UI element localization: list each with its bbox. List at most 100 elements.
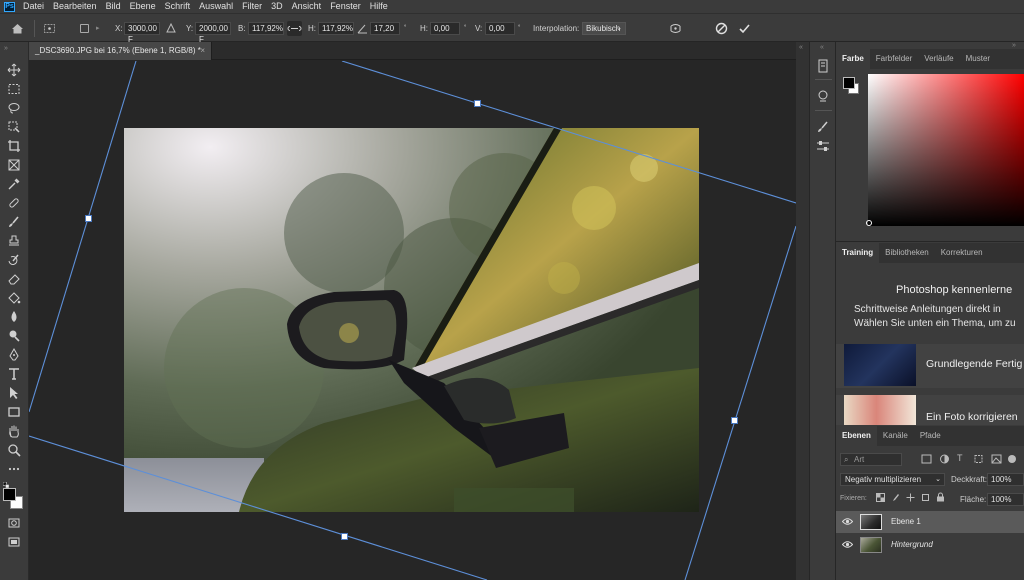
- zoom-tool-icon[interactable]: [6, 442, 22, 458]
- filter-type-layers-icon[interactable]: T: [957, 453, 963, 463]
- y-position-field[interactable]: 2000,00 F: [195, 22, 231, 44]
- transform-handle-left[interactable]: [85, 215, 92, 222]
- eye-icon[interactable]: [841, 517, 854, 526]
- blur-tool-icon[interactable]: [6, 309, 22, 325]
- tab-muster[interactable]: Muster: [960, 49, 996, 69]
- screen-mode-icon[interactable]: [6, 534, 22, 550]
- reference-point-icon[interactable]: [42, 21, 57, 36]
- healing-brush-tool-icon[interactable]: [6, 195, 22, 211]
- tab-korrekturen[interactable]: Korrekturen: [935, 243, 989, 263]
- layer-row-hintergrund[interactable]: Hintergrund: [836, 534, 1024, 556]
- menu-bild[interactable]: Bild: [106, 0, 121, 13]
- lock-artboard-icon[interactable]: [921, 493, 930, 502]
- lock-all-icon[interactable]: [936, 492, 945, 502]
- transform-handle-top[interactable]: [474, 100, 481, 107]
- paint-bucket-tool-icon[interactable]: [6, 290, 22, 306]
- clone-stamp-tool-icon[interactable]: [6, 233, 22, 249]
- tab-bibliotheken[interactable]: Bibliotheken: [879, 243, 935, 263]
- skew-vertical-field[interactable]: 0,00: [485, 22, 515, 35]
- menu-hilfe[interactable]: Hilfe: [370, 0, 388, 13]
- frame-tool-icon[interactable]: [6, 157, 22, 173]
- link-aspect-icon[interactable]: [287, 21, 302, 36]
- delta-position-icon[interactable]: [166, 22, 176, 33]
- menu-auswahl[interactable]: Auswahl: [199, 0, 233, 13]
- collapse-panels-icon[interactable]: »: [1012, 42, 1016, 49]
- transform-handle-bottom[interactable]: [341, 533, 348, 540]
- opacity-field[interactable]: 100%: [987, 473, 1024, 486]
- lock-position-icon[interactable]: [906, 493, 915, 502]
- marquee-tool-icon[interactable]: [6, 81, 22, 97]
- skew-horizontal-field[interactable]: 0,00: [430, 22, 460, 35]
- eye-icon[interactable]: [841, 540, 854, 549]
- color-foreground-swatch[interactable]: [843, 77, 855, 89]
- type-tool-icon[interactable]: [6, 366, 22, 382]
- tab-training[interactable]: Training: [836, 243, 880, 263]
- menu-3d[interactable]: 3D: [271, 0, 283, 13]
- tab-kanaele[interactable]: Kanäle: [877, 426, 914, 446]
- width-scale-field[interactable]: 117,92%: [248, 22, 284, 35]
- tab-pfade[interactable]: Pfade: [914, 426, 947, 446]
- filter-toggle-icon[interactable]: [1008, 455, 1016, 463]
- tab-verlaeufe[interactable]: Verläufe: [918, 49, 959, 69]
- history-brush-tool-icon[interactable]: [6, 252, 22, 268]
- quick-mask-icon[interactable]: [6, 515, 22, 531]
- cancel-transform-icon[interactable]: [714, 21, 729, 36]
- collapse-icon[interactable]: »: [4, 45, 8, 52]
- layer-row-ebene-1[interactable]: Ebene 1: [836, 511, 1024, 533]
- brush-tool-icon[interactable]: [6, 214, 22, 230]
- menu-ansicht[interactable]: Ansicht: [292, 0, 322, 13]
- interpolation-select[interactable]: Bikubisch ⌄: [582, 22, 626, 35]
- more-tools-icon[interactable]: [6, 461, 22, 477]
- eraser-tool-icon[interactable]: [6, 271, 22, 287]
- hand-tool-icon[interactable]: [6, 423, 22, 439]
- foreground-color-swatch[interactable]: [3, 488, 16, 501]
- lock-transparent-pixels-icon[interactable]: [876, 493, 885, 502]
- document-tab[interactable]: _DSC3690.JPG bei 16,7% (Ebene 1, RGB/8) …: [29, 42, 212, 60]
- menu-schrift[interactable]: Schrift: [165, 0, 191, 13]
- menu-fenster[interactable]: Fenster: [330, 0, 361, 13]
- height-scale-field[interactable]: 117,92%: [318, 22, 354, 35]
- close-tab-icon[interactable]: ×: [200, 42, 205, 60]
- dodge-tool-icon[interactable]: [6, 328, 22, 344]
- menu-filter[interactable]: Filter: [242, 0, 262, 13]
- adjustments-sliders-icon[interactable]: [815, 138, 831, 154]
- expand-panels-icon[interactable]: «: [799, 44, 803, 51]
- move-tool-icon[interactable]: [6, 62, 22, 78]
- properties-panel-icon[interactable]: [815, 88, 831, 104]
- warp-mode-icon[interactable]: [668, 21, 683, 36]
- learn-card-correct-photo[interactable]: Ein Foto korrigieren: [836, 395, 1024, 425]
- menu-bearbeiten[interactable]: Bearbeiten: [53, 0, 97, 13]
- fill-field[interactable]: 100%: [987, 493, 1024, 506]
- color-picker-field[interactable]: [868, 74, 1024, 226]
- eyedropper-tool-icon[interactable]: [6, 176, 22, 192]
- home-icon[interactable]: [10, 21, 25, 36]
- tab-farbe[interactable]: Farbe: [836, 49, 870, 69]
- layer-filter-field[interactable]: ⌕ Art: [840, 453, 902, 466]
- tab-ebenen[interactable]: Ebenen: [836, 426, 877, 446]
- reference-point-checkbox[interactable]: [80, 24, 89, 33]
- object-select-tool-icon[interactable]: [6, 119, 22, 135]
- history-panel-icon[interactable]: [815, 58, 831, 74]
- rotation-angle-field[interactable]: 17,20: [370, 22, 400, 35]
- document-canvas[interactable]: [29, 61, 796, 580]
- filter-pixel-layers-icon[interactable]: [921, 454, 932, 464]
- free-transform-bounding-box[interactable]: [29, 61, 796, 580]
- lock-image-pixels-icon[interactable]: [891, 493, 900, 502]
- expand-icon-column-icon[interactable]: «: [820, 44, 824, 51]
- rectangle-tool-icon[interactable]: [6, 404, 22, 420]
- menu-datei[interactable]: Datei: [23, 0, 44, 13]
- brush-settings-icon[interactable]: [815, 119, 831, 135]
- path-selection-tool-icon[interactable]: [6, 385, 22, 401]
- filter-smart-objects-icon[interactable]: [991, 454, 1002, 464]
- filter-adjustment-layers-icon[interactable]: [939, 454, 950, 464]
- swap-colors-icon[interactable]: [2, 479, 10, 489]
- crop-tool-icon[interactable]: [6, 138, 22, 154]
- commit-transform-icon[interactable]: [737, 21, 752, 36]
- tab-farbfelder[interactable]: Farbfelder: [870, 49, 918, 69]
- x-position-field[interactable]: 3000,00 F: [124, 22, 160, 44]
- transform-handle-right[interactable]: [731, 417, 738, 424]
- blend-mode-select[interactable]: Negativ multiplizieren ⌄: [840, 473, 945, 486]
- pen-tool-icon[interactable]: [6, 347, 22, 363]
- menu-ebene[interactable]: Ebene: [130, 0, 156, 13]
- color-picker-cursor[interactable]: [866, 220, 872, 226]
